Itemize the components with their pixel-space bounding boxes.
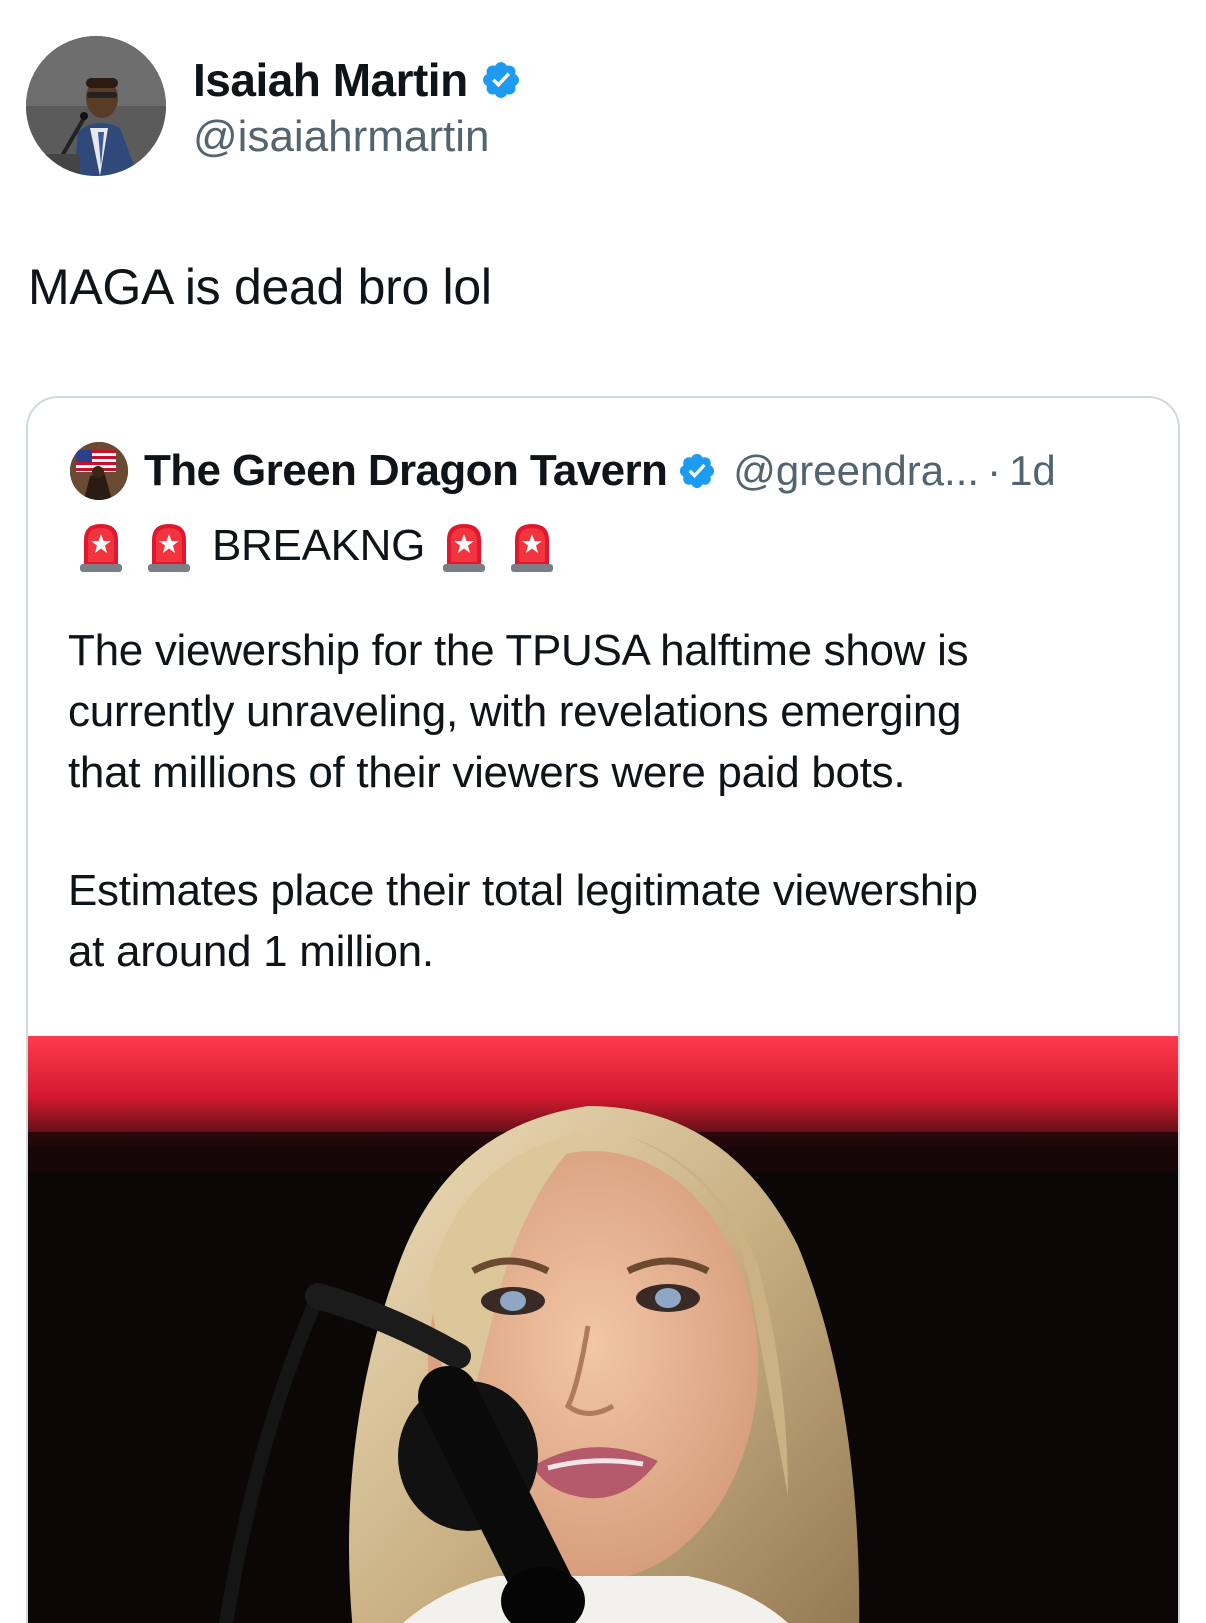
quoted-tweet-time[interactable]: 1d — [1009, 447, 1056, 495]
police-siren-icon — [511, 524, 554, 572]
quoted-author-name[interactable]: The Green Dragon Tavern — [144, 446, 668, 496]
verified-badge-icon — [482, 62, 519, 98]
breaking-text: BREAKNG — [212, 521, 426, 570]
author-name[interactable]: Isaiah Martin — [193, 53, 468, 107]
quoted-tweet-card[interactable]: The Green Dragon Tavern @greendra... · 1… — [26, 396, 1180, 1623]
quoted-tweet-body: The viewership for the TPUSA halftime sh… — [68, 620, 1148, 1039]
separator-dot: · — [987, 447, 1002, 494]
woman-at-microphone-photo — [28, 1036, 1178, 1623]
quoted-author-handle[interactable]: @greendra... — [733, 447, 979, 495]
flag-avatar-icon — [70, 442, 128, 500]
quoted-author-avatar[interactable] — [70, 442, 128, 500]
author-avatar[interactable] — [26, 36, 166, 176]
quoted-tweet-media[interactable] — [28, 1036, 1178, 1623]
police-siren-icon — [148, 524, 190, 572]
quoted-tweet-paragraph: Estimates place their total legitimate v… — [68, 866, 978, 976]
quoted-tweet-paragraph: The viewership for the TPUSA halftime sh… — [68, 626, 969, 797]
author-handle[interactable]: @isaiahrmartin — [193, 112, 490, 162]
police-siren-icon — [443, 524, 486, 572]
verified-badge-icon — [680, 453, 715, 489]
quoted-tweet-header: The Green Dragon Tavern @greendra... · 1… — [144, 438, 1056, 504]
police-siren-icon — [80, 524, 122, 572]
author-name-row: Isaiah Martin — [193, 50, 522, 110]
tweet-screenshot: Isaiah Martin @isaiahrmartin MAGA is dea… — [0, 0, 1206, 1623]
tweet-text: MAGA is dead bro lol — [28, 259, 492, 315]
speaker-at-podium-avatar-icon — [26, 36, 166, 176]
breaking-headline: BREAKNG — [76, 514, 575, 578]
